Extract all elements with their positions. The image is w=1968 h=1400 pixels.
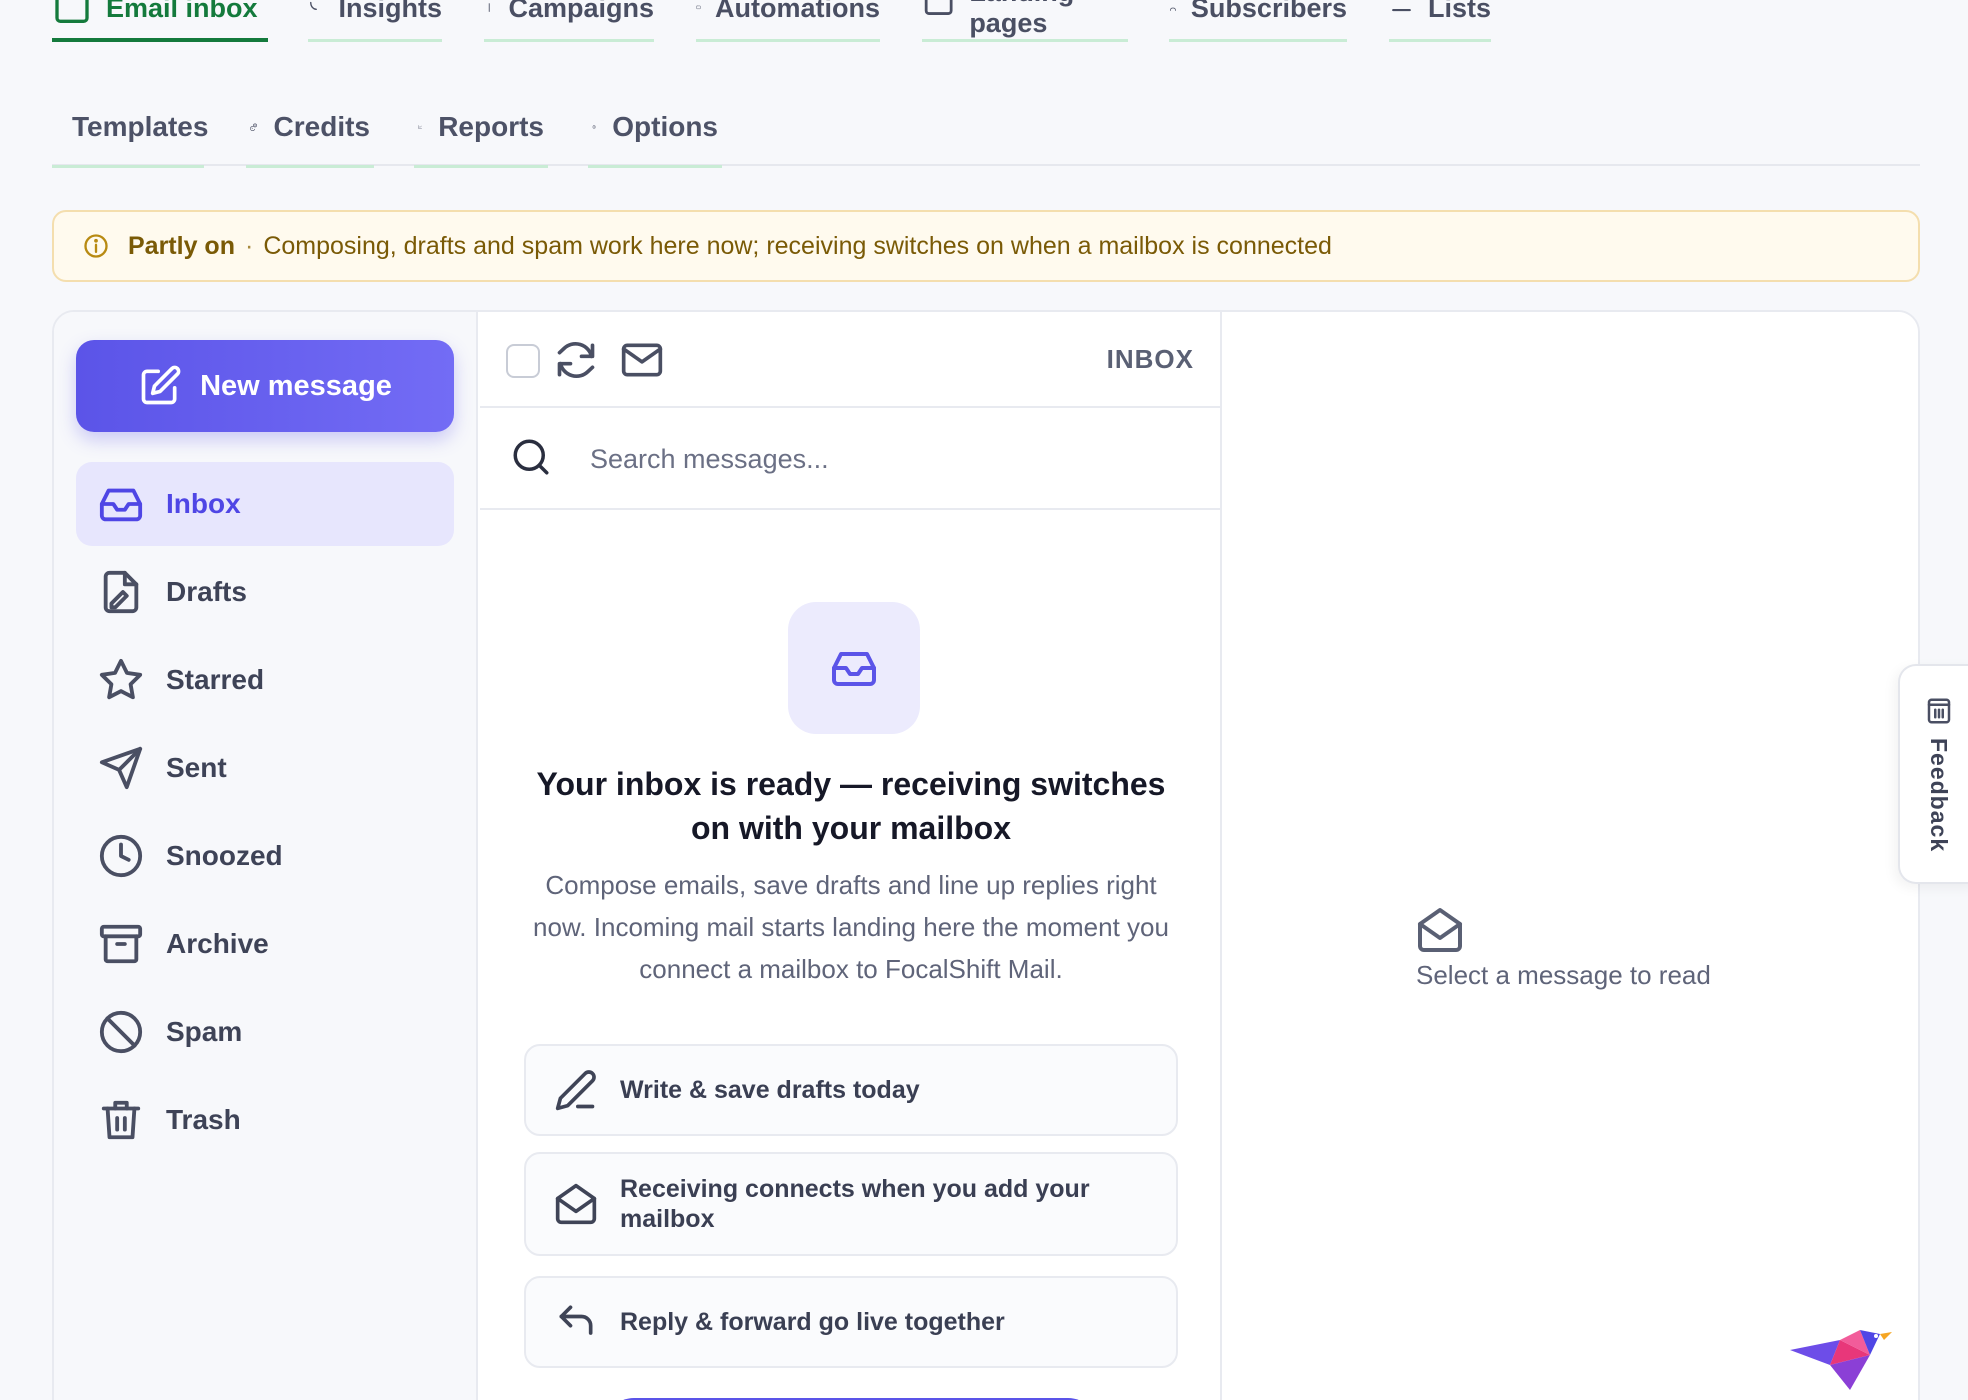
empty-state-title: Your inbox is ready — receiving switches… — [536, 766, 1166, 846]
credits-icon — [250, 123, 257, 131]
feedback-label: Feedback — [1926, 738, 1952, 853]
tab-email-inbox[interactable]: Email inbox — [52, 0, 268, 42]
tab-insights[interactable]: Insights — [308, 0, 442, 42]
tab-reports[interactable]: Reports — [414, 88, 548, 168]
feature-card-reply: Reply & forward go live together — [524, 1276, 1178, 1368]
message-list-pane: INBOX Your inbox is ready — receiving sw… — [480, 312, 1222, 1400]
pencil-icon — [555, 1070, 596, 1111]
reading-pane-empty: Select a message to read — [1416, 906, 1711, 991]
refresh-icon[interactable] — [554, 338, 598, 382]
banner-separator: · — [244, 231, 254, 260]
sidebar-item-archive[interactable]: Archive — [76, 902, 454, 986]
banner-message: Composing, drafts and spam work here now… — [263, 231, 1332, 260]
tab-automations[interactable]: Automations — [696, 0, 880, 42]
sidebar-item-spam[interactable]: Spam — [76, 990, 454, 1074]
tab-options[interactable]: Options — [588, 88, 722, 168]
mark-read-icon[interactable] — [620, 338, 664, 382]
list-toolbar: INBOX — [480, 312, 1220, 408]
sidebar-item-starred[interactable]: Starred — [76, 638, 454, 722]
status-banner: Partly on · Composing, drafts and spam w… — [52, 210, 1920, 282]
tab-subscribers[interactable]: Subscribers — [1169, 0, 1347, 42]
select-all-checkbox[interactable] — [506, 344, 540, 378]
trash-icon — [101, 1100, 141, 1140]
primary-nav: Email inbox Insights Campaigns Automatio… — [52, 0, 1922, 42]
feature-card-drafts: Write & save drafts today — [524, 1044, 1178, 1136]
users-icon — [1169, 7, 1176, 11]
tab-credits[interactable]: Credits — [246, 88, 374, 168]
chart-icon — [418, 125, 422, 129]
mail-open-icon — [1418, 908, 1462, 952]
search-input[interactable] — [590, 434, 1190, 484]
search-icon — [513, 439, 549, 475]
info-icon — [84, 234, 108, 258]
automation-icon — [696, 5, 701, 10]
mail-open-icon — [555, 1183, 597, 1225]
compose-icon — [141, 365, 181, 405]
feedback-icon — [1927, 698, 1951, 724]
empty-inbox-badge — [788, 602, 920, 734]
current-folder-label: INBOX — [1106, 344, 1194, 374]
reply-icon — [559, 1305, 593, 1335]
send-icon — [99, 746, 143, 790]
mail-app: New message Inbox Drafts Starred Sent Sn… — [52, 310, 1920, 1400]
new-message-button[interactable]: New message — [76, 340, 454, 432]
reading-pane-hint: Select a message to read — [1416, 960, 1711, 990]
empty-state-description: Compose emails, save drafts and line up … — [533, 870, 1169, 984]
insights-icon — [310, 1, 317, 11]
sidebar-item-sent[interactable]: Sent — [76, 726, 454, 810]
inbox-icon — [832, 652, 876, 686]
feature-card-receiving: Receiving connects when you add your mai… — [524, 1152, 1178, 1256]
secondary-nav: Templates Credits Reports Options — [52, 88, 1920, 168]
sidebar-item-snoozed[interactable]: Snoozed — [76, 814, 454, 898]
reading-pane: Select a message to read — [1224, 312, 1918, 1400]
sidebar-item-drafts[interactable]: Drafts — [76, 550, 454, 634]
tab-campaigns[interactable]: Campaigns — [484, 0, 654, 42]
inbox-icon — [55, 0, 89, 23]
list-icon — [1392, 9, 1411, 12]
feedback-tab[interactable]: Feedback — [1898, 664, 1968, 884]
sidebar-item-inbox[interactable]: Inbox — [76, 462, 454, 546]
tab-lists[interactable]: Lists — [1389, 0, 1491, 42]
tab-templates[interactable]: Templates — [52, 88, 208, 168]
block-icon — [99, 1010, 143, 1054]
archive-icon — [99, 924, 143, 964]
bird-logo-icon[interactable] — [1780, 1310, 1900, 1400]
folder-sidebar: New message Inbox Drafts Starred Sent Sn… — [54, 312, 478, 1400]
banner-status: Partly on — [128, 231, 235, 260]
sidebar-item-trash[interactable]: Trash — [76, 1078, 454, 1162]
star-icon — [99, 658, 143, 700]
landing-page-icon — [924, 0, 953, 15]
campaign-icon — [488, 3, 490, 12]
drafts-icon — [103, 570, 139, 614]
search-bar — [480, 408, 1220, 510]
clock-icon — [99, 834, 143, 878]
gear-icon — [592, 125, 596, 129]
tab-landing-pages[interactable]: Landing pages — [922, 0, 1128, 42]
inbox-icon — [99, 488, 143, 522]
